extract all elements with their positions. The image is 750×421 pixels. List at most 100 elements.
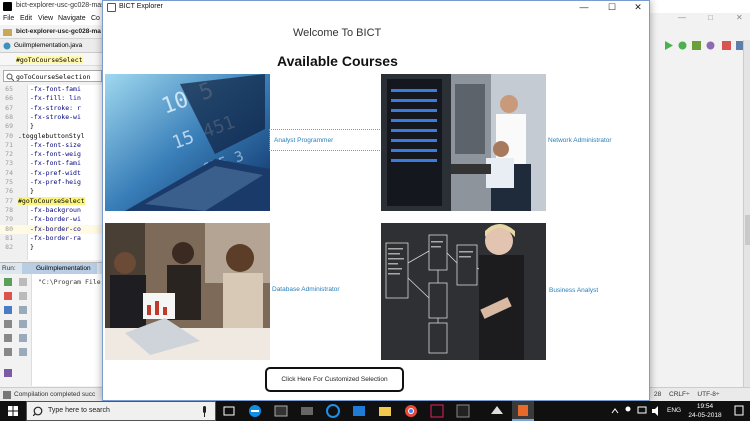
volume-icon[interactable] — [650, 401, 662, 421]
clear-icon[interactable] — [19, 348, 27, 356]
dump-threads-icon[interactable] — [4, 320, 12, 328]
code-line: 67 -fx-stroke: r — [5, 103, 81, 112]
run-icon[interactable] — [664, 41, 673, 50]
code-line: 72 -fx-font-weig — [5, 150, 81, 159]
chevron-up-icon[interactable] — [610, 401, 620, 421]
cursor-position[interactable]: 28 — [654, 391, 661, 398]
scroll-to-end-icon[interactable] — [19, 320, 27, 328]
stop-run-icon[interactable] — [722, 41, 731, 50]
pin-icon[interactable] — [4, 369, 12, 377]
breadcrumb-item[interactable]: #goToCourseSelect — [16, 56, 83, 64]
maximize-button[interactable]: ☐ — [599, 1, 625, 14]
taskbar-search-box[interactable]: Type here to search — [26, 401, 216, 421]
search-placeholder: Type here to search — [48, 407, 110, 414]
code-line: 70 .togglebuttonStyl — [5, 131, 85, 140]
code-line: 71 -fx-font-size — [5, 140, 81, 149]
file-encoding[interactable]: UTF-8÷ — [697, 391, 719, 398]
network-icon[interactable] — [636, 401, 648, 421]
menu-code[interactable]: Co — [91, 15, 100, 22]
menu-navigate[interactable]: Navigate — [58, 15, 86, 22]
status-right: 28 CRLF÷ UTF-8÷ — [654, 391, 725, 398]
courses-heading: Available Courses — [277, 53, 398, 69]
intellij-logo-icon — [3, 2, 12, 11]
line-separator[interactable]: CRLF÷ — [669, 391, 690, 398]
app-icon — [107, 3, 116, 12]
window-title: BICT Explorer — [119, 3, 163, 10]
teamviewer-icon[interactable] — [244, 401, 266, 421]
welcome-text: Welcome To BICT — [293, 27, 382, 39]
ide-window-title: bict-explorer-usc-gc028-mast — [16, 2, 107, 9]
ide-right-scrollbar[interactable] — [743, 40, 750, 387]
code-line: 65 -fx-font-fami — [5, 85, 81, 93]
language-indicator[interactable]: ENG — [667, 401, 681, 421]
intellij-icon[interactable] — [426, 401, 448, 421]
network-administrator-link[interactable]: Network Administrator — [548, 137, 612, 144]
run-toolbar — [0, 274, 32, 386]
code-editor[interactable]: 65 -fx-font-fami 66 -fx-fill: lin 67 -fx-st… — [0, 85, 102, 260]
people-icon[interactable] — [622, 401, 634, 421]
breadcrumb: #goToCourseSelect — [0, 53, 102, 66]
soft-wrap-icon[interactable] — [19, 306, 27, 314]
edge-browser-icon[interactable] — [322, 401, 344, 421]
bird-app-icon[interactable] — [486, 401, 508, 421]
settings-icon[interactable] — [4, 334, 12, 342]
java-app-icon[interactable] — [512, 401, 534, 421]
window-titlebar: BICT Explorer — ☐ ✕ — [103, 1, 649, 14]
menu-edit[interactable]: Edit — [20, 15, 32, 22]
search-icon — [33, 406, 43, 416]
windows-start-icon[interactable] — [0, 401, 26, 421]
scroll-down-icon[interactable] — [19, 292, 27, 300]
debug-icon[interactable] — [678, 41, 687, 50]
code-line: 80 -fx-border-co — [0, 224, 102, 234]
analyst-programmer-link[interactable]: Analyst Programmer — [269, 129, 382, 151]
business-analyst-link[interactable]: Business Analyst — [549, 287, 598, 294]
task-view-icon[interactable] — [218, 401, 240, 421]
menu-file[interactable]: File — [3, 15, 14, 22]
close-button[interactable]: ✕ — [625, 1, 651, 14]
taskbar-clock[interactable]: 19:54 24-05-2018 — [686, 402, 724, 420]
editor-tab-bar: GuiImplementation.java — [0, 39, 102, 53]
customized-selection-button[interactable]: Click Here For Customized Selection — [265, 367, 404, 392]
project-path: bict-explorer-usc-gc028-ma — [0, 25, 102, 39]
code-line: 76} — [5, 187, 34, 196]
app-icon-dark[interactable] — [452, 401, 474, 421]
code-line: 82} — [5, 243, 34, 252]
media-player-icon[interactable] — [296, 401, 318, 421]
folder-icon — [3, 29, 12, 36]
run-console[interactable]: "C:\Program File — [0, 274, 102, 386]
minimize-button[interactable]: — — [571, 1, 597, 14]
analyst-programmer-image[interactable]: 10 5 15 451 625 3 — [105, 74, 270, 211]
notifications-icon[interactable] — [732, 401, 746, 421]
java-file-icon — [3, 42, 11, 50]
code-line: 69} — [5, 122, 34, 131]
database-administrator-image[interactable] — [105, 223, 270, 360]
code-line: 78 -fx-backgroun — [5, 205, 81, 214]
business-analyst-image[interactable] — [381, 223, 546, 360]
tab-gui-implementation[interactable]: GuiImplementation.java — [14, 42, 82, 49]
coverage-icon[interactable] — [692, 41, 701, 50]
code-line: 81 -fx-border-ra — [5, 233, 81, 242]
code-line: 68 -fx-stroke-wi — [5, 112, 81, 121]
print-icon[interactable] — [19, 334, 27, 342]
rerun-icon[interactable] — [4, 278, 12, 286]
console-output: "C:\Program File — [38, 278, 101, 286]
find-input[interactable]: goToCourseSelection — [3, 70, 102, 82]
network-administrator-image[interactable] — [381, 74, 546, 211]
code-line: 75 -fx-pref-heig — [5, 178, 81, 186]
file-explorer-icon[interactable] — [374, 401, 396, 421]
pause-icon[interactable] — [4, 306, 12, 314]
menu-view[interactable]: View — [38, 15, 53, 22]
clock-date: 24-05-2018 — [688, 412, 722, 419]
database-administrator-link[interactable]: Database Administrator — [272, 286, 340, 293]
store-icon[interactable] — [348, 401, 370, 421]
microphone-icon[interactable] — [201, 406, 208, 417]
code-line: 66 -fx-fill: lin — [5, 94, 81, 103]
profile-icon[interactable] — [706, 41, 715, 50]
project-path-label: bict-explorer-usc-gc028-ma — [16, 28, 101, 35]
stop-icon[interactable] — [4, 292, 12, 300]
code-line: 74 -fx-pref-widt — [5, 168, 81, 177]
scroll-up-icon[interactable] — [19, 278, 27, 286]
terminal-icon[interactable] — [270, 401, 292, 421]
layout-icon[interactable] — [4, 348, 12, 356]
chrome-icon[interactable] — [400, 401, 422, 421]
